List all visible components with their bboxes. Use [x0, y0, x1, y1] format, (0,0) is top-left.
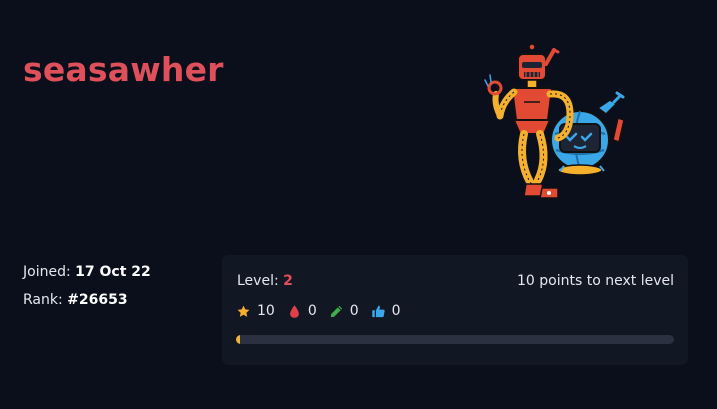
joined-label: Joined:: [23, 264, 71, 280]
stat-stars-value: 10: [257, 303, 275, 319]
stat-likes: 0: [371, 303, 401, 319]
stat-writeups-value: 0: [349, 303, 359, 319]
stat-likes-value: 0: [391, 303, 401, 319]
points-to-next-level: 10 points to next level: [517, 273, 674, 289]
rank: Rank: #26653: [23, 291, 128, 309]
level-progress-bar: [236, 335, 674, 344]
level-progress-fill: [236, 335, 241, 344]
stat-blood: 0: [287, 303, 317, 319]
rank-value: #26653: [67, 292, 128, 308]
level-value: 2: [283, 273, 293, 289]
level-label: Level:: [237, 273, 279, 289]
blood-drop-icon: [289, 304, 299, 318]
rank-label: Rank:: [23, 292, 63, 308]
stats-row: 10 0 0 0: [236, 302, 413, 320]
username-heading: seasawher: [23, 50, 224, 89]
robot-mascot-illustration: [484, 43, 625, 199]
level-indicator: Level: 2: [237, 272, 293, 290]
thumbs-up-icon: [371, 305, 385, 317]
stat-blood-value: 0: [307, 303, 317, 319]
stat-stars: 10: [236, 303, 275, 319]
joined-date: Joined: 17 Oct 22: [23, 263, 151, 281]
stat-writeups: 0: [329, 303, 359, 319]
joined-value: 17 Oct 22: [75, 264, 151, 280]
level-card: Level: 2 10 points to next level 10 0 0: [222, 255, 688, 365]
star-icon: [237, 305, 250, 317]
pencil-icon: [330, 305, 342, 317]
